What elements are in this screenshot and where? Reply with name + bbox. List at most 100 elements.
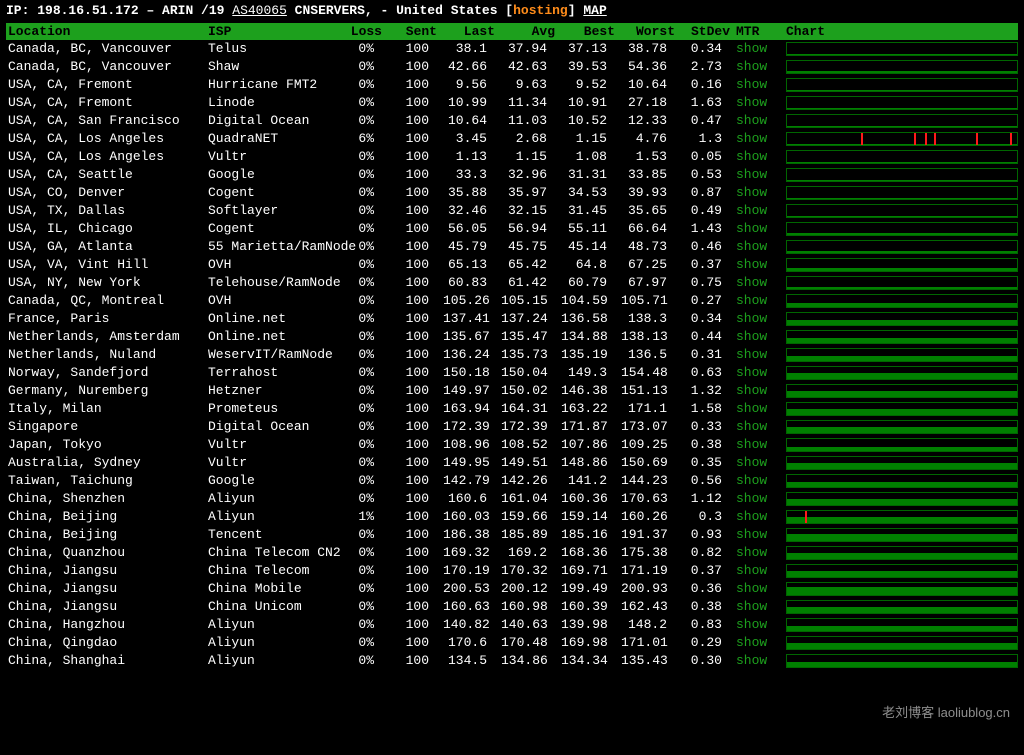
mtr-show-link[interactable]: show (736, 491, 767, 506)
cell-chart (784, 418, 1018, 436)
cell-last: 163.94 (441, 400, 499, 418)
latency-chart (786, 384, 1018, 398)
mtr-show-link[interactable]: show (736, 563, 767, 578)
cell-last: 3.45 (441, 130, 499, 148)
col-mtr[interactable]: MTR (734, 23, 784, 40)
cell-mtr: show (734, 256, 784, 274)
mtr-show-link[interactable]: show (736, 365, 767, 380)
mtr-show-link[interactable]: show (736, 311, 767, 326)
mtr-show-link[interactable]: show (736, 167, 767, 182)
cell-best: 31.45 (559, 202, 619, 220)
mtr-show-link[interactable]: show (736, 401, 767, 416)
cell-best: 10.52 (559, 112, 619, 130)
cell-chart (784, 184, 1018, 202)
col-worst[interactable]: Worst (619, 23, 679, 40)
col-stdev[interactable]: StDev (679, 23, 734, 40)
cell-sent: 100 (386, 544, 441, 562)
mtr-show-link[interactable]: show (736, 149, 767, 164)
latency-chart (786, 420, 1018, 434)
col-best[interactable]: Best (559, 23, 619, 40)
cell-isp: China Unicom (206, 598, 336, 616)
mtr-show-link[interactable]: show (736, 221, 767, 236)
mtr-show-link[interactable]: show (736, 329, 767, 344)
map-link[interactable]: MAP (583, 3, 606, 18)
mtr-show-link[interactable]: show (736, 653, 767, 668)
col-sent[interactable]: Sent (386, 23, 441, 40)
col-location[interactable]: Location (6, 23, 206, 40)
mtr-show-link[interactable]: show (736, 455, 767, 470)
table-row: China, JiangsuChina Telecom0%100170.1917… (6, 562, 1018, 580)
mtr-show-link[interactable]: show (736, 383, 767, 398)
mtr-show-link[interactable]: show (736, 77, 767, 92)
cell-worst: 144.23 (619, 472, 679, 490)
mtr-show-link[interactable]: show (736, 473, 767, 488)
cell-location: China, Beijing (6, 508, 206, 526)
cell-avg: 2.68 (499, 130, 559, 148)
table-row: USA, CA, San FranciscoDigital Ocean0%100… (6, 112, 1018, 130)
mtr-show-link[interactable]: show (736, 347, 767, 362)
cell-avg: 134.86 (499, 652, 559, 670)
cell-stdev: 0.05 (679, 148, 734, 166)
mtr-show-link[interactable]: show (736, 203, 767, 218)
cell-mtr: show (734, 364, 784, 382)
mtr-show-link[interactable]: show (736, 527, 767, 542)
cell-stdev: 0.63 (679, 364, 734, 382)
mtr-show-link[interactable]: show (736, 437, 767, 452)
cell-worst: 33.85 (619, 166, 679, 184)
cell-best: 104.59 (559, 292, 619, 310)
cell-best: 10.91 (559, 94, 619, 112)
cell-worst: 67.97 (619, 274, 679, 292)
col-avg[interactable]: Avg (499, 23, 559, 40)
mtr-show-link[interactable]: show (736, 113, 767, 128)
col-loss[interactable]: Loss (336, 23, 386, 40)
latency-chart (786, 402, 1018, 416)
cell-sent: 100 (386, 40, 441, 58)
cell-stdev: 0.93 (679, 526, 734, 544)
mtr-show-link[interactable]: show (736, 635, 767, 650)
mtr-show-link[interactable]: show (736, 257, 767, 272)
mtr-show-link[interactable]: show (736, 59, 767, 74)
table-row: SingaporeDigital Ocean0%100172.39172.391… (6, 418, 1018, 436)
mtr-show-link[interactable]: show (736, 293, 767, 308)
cell-worst: 12.33 (619, 112, 679, 130)
cell-chart (784, 472, 1018, 490)
cell-sent: 100 (386, 436, 441, 454)
cell-worst: 150.69 (619, 454, 679, 472)
cell-worst: 105.71 (619, 292, 679, 310)
mtr-show-link[interactable]: show (736, 41, 767, 56)
cell-best: 135.19 (559, 346, 619, 364)
cell-stdev: 0.33 (679, 418, 734, 436)
mtr-show-link[interactable]: show (736, 239, 767, 254)
col-last[interactable]: Last (441, 23, 499, 40)
cell-stdev: 0.46 (679, 238, 734, 256)
cell-isp: Tencent (206, 526, 336, 544)
cell-avg: 35.97 (499, 184, 559, 202)
cell-chart (784, 76, 1018, 94)
mtr-show-link[interactable]: show (736, 599, 767, 614)
cell-best: 168.36 (559, 544, 619, 562)
cell-location: China, Shenzhen (6, 490, 206, 508)
mtr-show-link[interactable]: show (736, 617, 767, 632)
mtr-show-link[interactable]: show (736, 509, 767, 524)
mtr-show-link[interactable]: show (736, 185, 767, 200)
cell-sent: 100 (386, 238, 441, 256)
cell-last: 105.26 (441, 292, 499, 310)
col-isp[interactable]: ISP (206, 23, 336, 40)
cell-last: 60.83 (441, 274, 499, 292)
mtr-show-link[interactable]: show (736, 581, 767, 596)
asn-link[interactable]: AS40065 (232, 3, 287, 18)
mtr-show-link[interactable]: show (736, 419, 767, 434)
cell-best: 39.53 (559, 58, 619, 76)
cell-worst: 171.01 (619, 634, 679, 652)
cell-isp: Vultr (206, 148, 336, 166)
mtr-show-link[interactable]: show (736, 275, 767, 290)
cell-chart (784, 400, 1018, 418)
mtr-show-link[interactable]: show (736, 95, 767, 110)
mtr-show-link[interactable]: show (736, 131, 767, 146)
cell-worst: 39.93 (619, 184, 679, 202)
cell-loss: 0% (336, 418, 386, 436)
cell-location: China, Quanzhou (6, 544, 206, 562)
cell-chart (784, 202, 1018, 220)
mtr-show-link[interactable]: show (736, 545, 767, 560)
col-chart[interactable]: Chart (784, 23, 1018, 40)
